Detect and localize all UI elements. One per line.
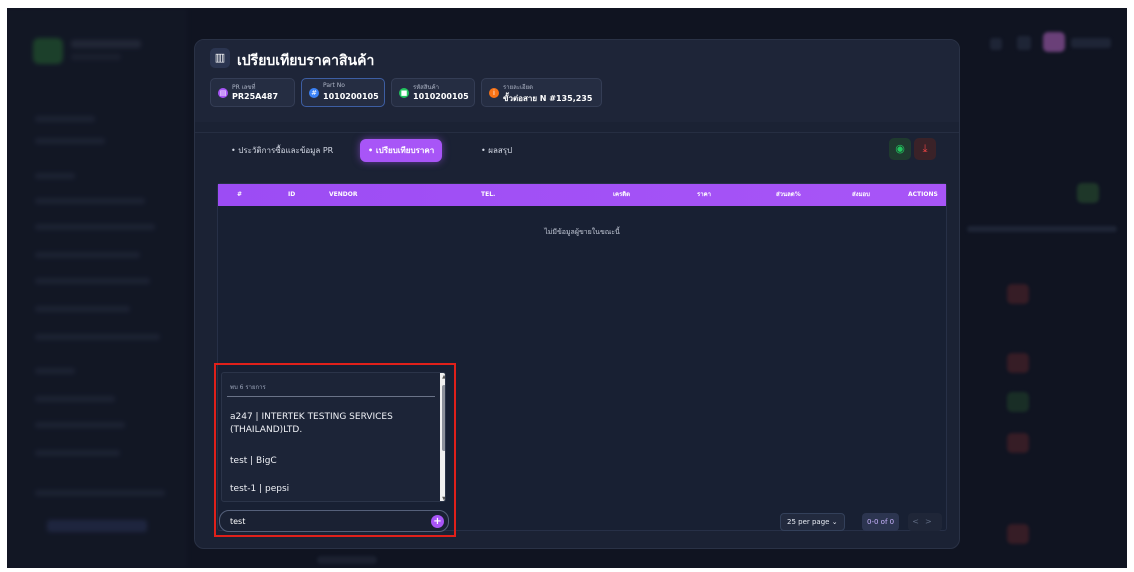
chevron-down-icon: ⌄ [831, 518, 838, 526]
box-icon: ■ [399, 88, 409, 98]
empty-message: ไม่มีข้อมูลผู้ขายในขณะนี้ [544, 228, 620, 236]
hash-icon: # [309, 88, 319, 98]
col-delivery[interactable]: ส่งมอบ [852, 184, 870, 206]
col-vendor[interactable]: VENDOR [329, 184, 357, 206]
tab-purchase-history[interactable]: • ประวัติการซื้อและข้อมูล PR [223, 139, 341, 162]
info-card-description: i รายละเอียด ขั้วต่อสาย N #135,235 [481, 78, 602, 107]
info-card-part-no: # Part No 1010200105 [301, 78, 385, 107]
col-id[interactable]: ID [288, 184, 295, 206]
col-credit[interactable]: เครดิต [613, 184, 630, 206]
col-discount[interactable]: ส่วนลด% [776, 184, 801, 206]
per-page-select[interactable]: 25 per page ⌄ [780, 513, 845, 531]
eye-icon[interactable]: ◉ [889, 138, 911, 160]
modal-header: ▥ เปรียบเทียบราคาสินค้า ▤ PR เลขที่ PR25… [195, 40, 959, 122]
tab-summary[interactable]: • ผลสรุป [473, 139, 520, 162]
prev-page-button[interactable]: < [912, 517, 925, 526]
app-screen: ▥ เปรียบเทียบราคาสินค้า ▤ PR เลขที่ PR25… [7, 8, 1127, 568]
pager-nav: <> [908, 513, 942, 531]
info-card-pr-number: ▤ PR เลขที่ PR25A487 [210, 78, 295, 107]
pager-info: 0-0 of 0 [862, 513, 900, 531]
modal-title: เปรียบเทียบราคาสินค้า [237, 53, 375, 69]
grid-header: # ID VENDOR TEL. เครดิต ราคา ส่วนลด% ส่ง… [218, 184, 946, 206]
col-tel[interactable]: TEL. [481, 184, 495, 206]
info-card-product-code: ■ รหัสสินค้า 1010200105 [391, 78, 475, 107]
col-actions: ACTIONS [908, 191, 938, 198]
col-index[interactable]: # [237, 184, 242, 206]
document-icon: ▤ [218, 88, 228, 98]
download-icon[interactable]: ⤓ [914, 138, 936, 160]
chart-icon: ▥ [210, 48, 230, 68]
highlight-frame [214, 363, 456, 537]
tab-price-comparison[interactable]: • เปรียบเทียบราคา [360, 139, 443, 162]
tab-bar: • ประวัติการซื้อและข้อมูล PR • เปรียบเที… [195, 132, 959, 168]
next-page-button[interactable]: > [925, 517, 938, 526]
info-icon: i [489, 88, 499, 98]
col-price[interactable]: ราคา [697, 184, 711, 206]
